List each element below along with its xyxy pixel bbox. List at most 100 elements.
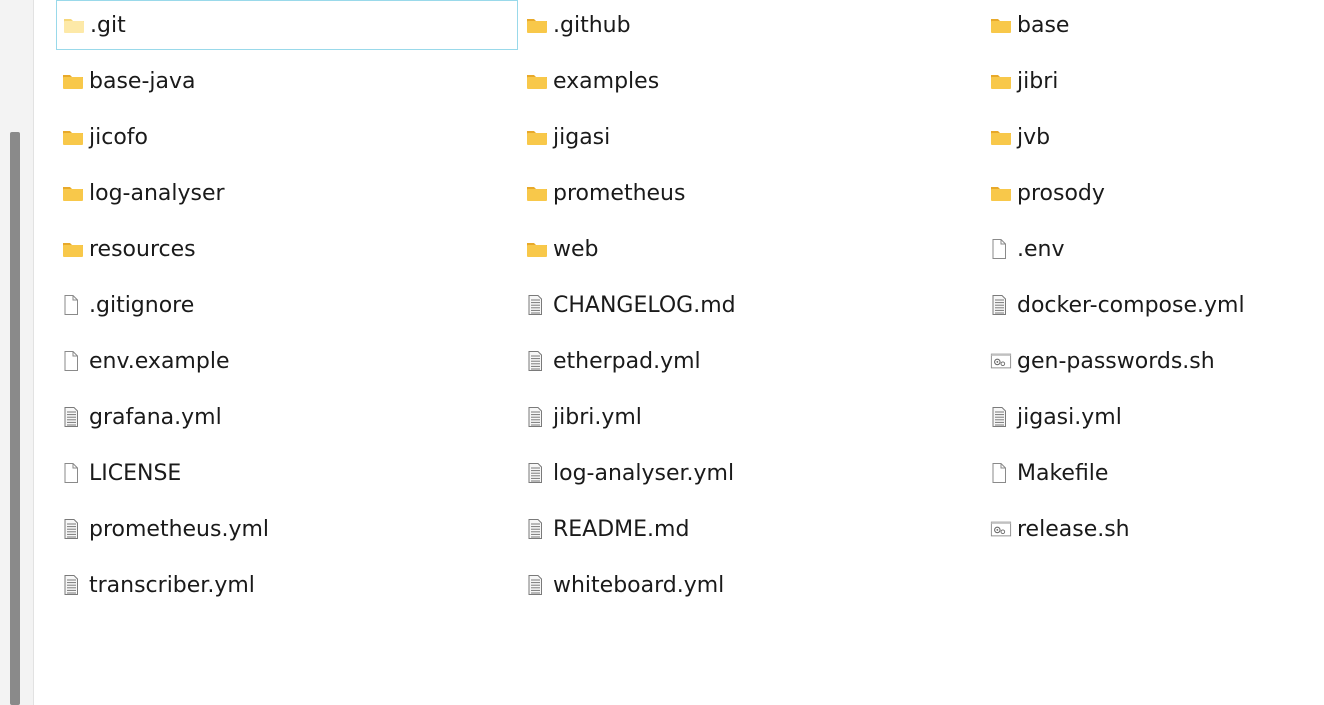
text-file-icon bbox=[526, 351, 548, 371]
file-name-label: base bbox=[1017, 12, 1070, 38]
file-list-item[interactable]: base bbox=[984, 0, 1316, 50]
folder-icon bbox=[526, 15, 548, 35]
file-list-item[interactable]: jvb bbox=[984, 112, 1316, 162]
file-list-item[interactable]: gen-passwords.sh bbox=[984, 336, 1316, 386]
folder-icon bbox=[526, 71, 548, 91]
folder-icon bbox=[990, 71, 1012, 91]
file-list-item[interactable]: .github bbox=[520, 0, 984, 50]
file-list-item[interactable]: jicofo bbox=[56, 112, 520, 162]
text-file-icon bbox=[526, 575, 548, 595]
file-name-label: prometheus bbox=[553, 180, 686, 206]
script-file-icon bbox=[990, 351, 1012, 371]
file-name-label: jigasi bbox=[553, 124, 611, 150]
file-list-item[interactable]: prosody bbox=[984, 168, 1316, 218]
scrollbar-thumb[interactable] bbox=[10, 132, 20, 705]
file-list-item[interactable]: jigasi.yml bbox=[984, 392, 1316, 442]
folder-icon bbox=[526, 127, 548, 147]
file-list-item[interactable]: examples bbox=[520, 56, 984, 106]
folder-icon bbox=[62, 71, 84, 91]
folder-icon bbox=[990, 183, 1012, 203]
text-file-icon bbox=[526, 407, 548, 427]
folder-icon bbox=[62, 183, 84, 203]
file-list-item[interactable]: jigasi bbox=[520, 112, 984, 162]
file-name-label: release.sh bbox=[1017, 516, 1130, 542]
file-list-item[interactable]: release.sh bbox=[984, 504, 1316, 554]
file-name-label: .env bbox=[1017, 236, 1065, 262]
folder-icon bbox=[526, 183, 548, 203]
file-name-label: .gitignore bbox=[89, 292, 195, 318]
file-name-label: log-analyser bbox=[89, 180, 225, 206]
file-name-label: LICENSE bbox=[89, 460, 182, 486]
file-explorer-window: .git .github base base-java examples jibri jic… bbox=[0, 0, 1324, 705]
blank-file-icon bbox=[62, 463, 84, 483]
file-name-label: gen-passwords.sh bbox=[1017, 348, 1215, 374]
file-list-item[interactable]: log-analyser.yml bbox=[520, 448, 984, 498]
file-list-item[interactable]: prometheus bbox=[520, 168, 984, 218]
file-list: .git .github base base-java examples jibri jic… bbox=[56, 0, 1316, 620]
file-name-label: transcriber.yml bbox=[89, 572, 255, 598]
file-list-item[interactable]: base-java bbox=[56, 56, 520, 106]
folder-icon bbox=[526, 239, 548, 259]
navigation-pane-edge bbox=[0, 0, 34, 705]
file-name-label: whiteboard.yml bbox=[553, 572, 725, 598]
file-list-item[interactable]: prometheus.yml bbox=[56, 504, 520, 554]
text-file-icon bbox=[62, 407, 84, 427]
file-list-item[interactable]: jibri bbox=[984, 56, 1316, 106]
file-name-label: .git bbox=[90, 12, 126, 38]
file-list-item[interactable]: grafana.yml bbox=[56, 392, 520, 442]
folder-icon bbox=[990, 15, 1012, 35]
folder-icon bbox=[990, 127, 1012, 147]
file-name-label: Makefile bbox=[1017, 460, 1109, 486]
file-name-label: examples bbox=[553, 68, 660, 94]
folder-open-icon bbox=[63, 15, 85, 35]
file-name-label: base-java bbox=[89, 68, 196, 94]
file-name-label: env.example bbox=[89, 348, 230, 374]
file-list-item[interactable]: CHANGELOG.md bbox=[520, 280, 984, 330]
script-file-icon bbox=[990, 519, 1012, 539]
file-list-item[interactable]: etherpad.yml bbox=[520, 336, 984, 386]
file-name-label: grafana.yml bbox=[89, 404, 222, 430]
text-file-icon bbox=[526, 463, 548, 483]
file-name-label: jvb bbox=[1017, 124, 1051, 150]
blank-file-icon bbox=[990, 239, 1012, 259]
blank-file-icon bbox=[990, 463, 1012, 483]
file-name-label: etherpad.yml bbox=[553, 348, 701, 374]
blank-file-icon bbox=[62, 295, 84, 315]
text-file-icon bbox=[62, 575, 84, 595]
file-list-item[interactable]: .env bbox=[984, 224, 1316, 274]
file-name-label: prosody bbox=[1017, 180, 1105, 206]
folder-icon bbox=[62, 239, 84, 259]
file-list-item[interactable]: docker-compose.yml bbox=[984, 280, 1316, 330]
file-name-label: prometheus.yml bbox=[89, 516, 270, 542]
file-name-label: .github bbox=[553, 12, 631, 38]
text-file-icon bbox=[526, 519, 548, 539]
file-list-item[interactable]: log-analyser bbox=[56, 168, 520, 218]
file-name-label: log-analyser.yml bbox=[553, 460, 735, 486]
text-file-icon bbox=[990, 407, 1012, 427]
file-name-label: CHANGELOG.md bbox=[553, 292, 736, 318]
file-list-item[interactable]: transcriber.yml bbox=[56, 560, 520, 610]
file-name-label: jigasi.yml bbox=[1017, 404, 1122, 430]
file-name-label: jibri bbox=[1017, 68, 1059, 94]
text-file-icon bbox=[62, 519, 84, 539]
text-file-icon bbox=[990, 295, 1012, 315]
file-list-item[interactable]: .git bbox=[56, 0, 518, 50]
file-name-label: jibri.yml bbox=[553, 404, 642, 430]
folder-icon bbox=[62, 127, 84, 147]
file-name-label: jicofo bbox=[89, 124, 148, 150]
file-list-item[interactable]: resources bbox=[56, 224, 520, 274]
file-list-item[interactable]: README.md bbox=[520, 504, 984, 554]
file-list-item[interactable]: whiteboard.yml bbox=[520, 560, 984, 610]
file-list-item[interactable]: .gitignore bbox=[56, 280, 520, 330]
file-list-item[interactable]: web bbox=[520, 224, 984, 274]
file-name-label: README.md bbox=[553, 516, 690, 542]
file-list-item[interactable]: env.example bbox=[56, 336, 520, 386]
file-list-item[interactable]: LICENSE bbox=[56, 448, 520, 498]
blank-file-icon bbox=[62, 351, 84, 371]
file-list-item[interactable]: Makefile bbox=[984, 448, 1316, 498]
file-list-item[interactable]: jibri.yml bbox=[520, 392, 984, 442]
text-file-icon bbox=[526, 295, 548, 315]
file-name-label: docker-compose.yml bbox=[1017, 292, 1245, 318]
file-name-label: web bbox=[553, 236, 599, 262]
file-name-label: resources bbox=[89, 236, 196, 262]
